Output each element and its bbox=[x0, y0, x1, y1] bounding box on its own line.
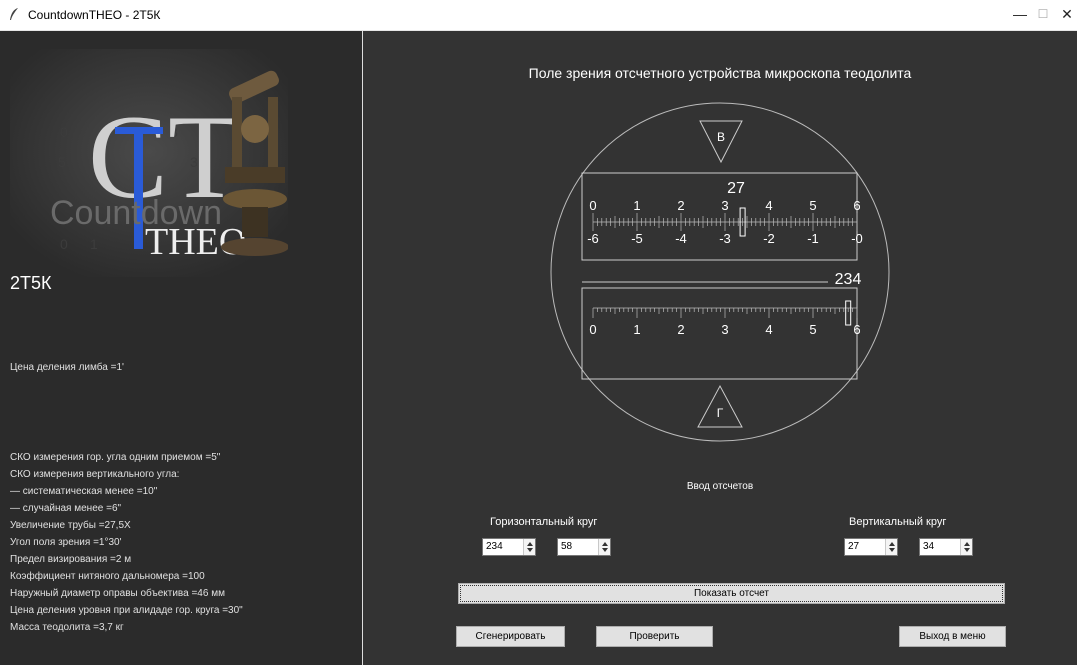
spec-line: — систематическая менее =10" bbox=[10, 486, 158, 497]
v-minutes-value: 34 bbox=[923, 541, 935, 552]
spec-line: СКО измерения гор. угла одним приемом =5… bbox=[10, 452, 221, 463]
spin-arrows-icon[interactable] bbox=[523, 539, 535, 555]
vertical-bottom-number: -1 bbox=[807, 231, 819, 246]
spin-arrows-icon[interactable] bbox=[885, 539, 897, 555]
vertical-scale-frame bbox=[581, 172, 858, 261]
spec-line: Предел визирования =2 м bbox=[10, 554, 132, 565]
window-titlebar: CountdownTHEO - 2Т5К — ☐ ✕ bbox=[0, 0, 1077, 31]
horizontal-number: 6 bbox=[853, 322, 860, 337]
vertical-bottom-number: -6 bbox=[587, 231, 599, 246]
svg-text:1: 1 bbox=[90, 236, 98, 252]
vertical-top-number: 0 bbox=[589, 198, 596, 213]
close-button[interactable]: ✕ bbox=[1057, 4, 1077, 24]
v-degrees-value: 27 bbox=[848, 541, 860, 552]
vertical-bottom-number: -4 bbox=[675, 231, 687, 246]
vertical-top-number: 6 bbox=[853, 198, 860, 213]
generate-button[interactable]: Сгенерировать bbox=[456, 626, 565, 647]
vertical-marker-label: В bbox=[717, 130, 725, 144]
spin-arrows-icon[interactable] bbox=[960, 539, 972, 555]
spec-line: СКО измерения вертикального угла: bbox=[10, 469, 180, 480]
horizontal-number: 2 bbox=[677, 322, 684, 337]
v-degrees-spinbox[interactable]: 27 bbox=[844, 538, 898, 556]
limb-price-text: Цена деления лимба =1' bbox=[10, 362, 124, 373]
app-logo: 03 532 01 CT Countdown THEO bbox=[10, 49, 288, 277]
view-title: Поле зрения отсчетного устройства микрос… bbox=[528, 65, 912, 81]
horizontal-number: 3 bbox=[721, 322, 728, 337]
svg-text:0: 0 bbox=[60, 124, 68, 140]
svg-text:5: 5 bbox=[58, 154, 66, 170]
horizontal-number: 5 bbox=[809, 322, 816, 337]
vertical-bottom-number: -2 bbox=[763, 231, 775, 246]
horizontal-circle-label: Горизонтальный круг bbox=[490, 516, 598, 528]
minimize-button[interactable]: — bbox=[1010, 4, 1030, 24]
spec-line: Цена деления уровня при алидаде гор. кру… bbox=[10, 605, 243, 616]
vertical-circle-label: Вертикальный круг bbox=[849, 516, 947, 528]
vertical-degree-label: 27 bbox=[727, 180, 745, 197]
main-panel: Поле зрения отсчетного устройства микрос… bbox=[363, 31, 1077, 665]
horizontal-number: 0 bbox=[589, 322, 596, 337]
feather-icon bbox=[10, 8, 18, 20]
spec-line: Масса теодолита =3,7 кг bbox=[10, 622, 124, 633]
vertical-top-number: 2 bbox=[677, 198, 684, 213]
model-name: 2Т5К bbox=[10, 273, 52, 293]
exit-menu-button[interactable]: Выход в меню bbox=[899, 626, 1006, 647]
show-reading-button[interactable]: Показать отсчет bbox=[458, 583, 1005, 604]
vertical-top-number: 5 bbox=[809, 198, 816, 213]
spin-arrows-icon[interactable] bbox=[598, 539, 610, 555]
vertical-top-number: 1 bbox=[633, 198, 640, 213]
vertical-bottom-number: -0 bbox=[851, 231, 863, 246]
horizontal-marker-label: Г bbox=[717, 406, 724, 420]
vertical-bottom-number: -5 bbox=[631, 231, 643, 246]
input-section-title: Ввод отсчетов bbox=[686, 481, 754, 492]
horizontal-number: 4 bbox=[765, 322, 772, 337]
microscope-view: В 27 0 1 2 3 4 5 6-6 -5 -4 -3 -2 -1 -0 234 0123456 Г bbox=[550, 102, 890, 442]
spec-line: Наружный диаметр оправы объектива =46 мм bbox=[10, 588, 225, 599]
svg-text:0: 0 bbox=[60, 236, 68, 252]
maximize-button[interactable]: ☐ bbox=[1033, 4, 1053, 24]
spec-line: Угол поля зрения =1°30' bbox=[10, 537, 122, 548]
vertical-top-number: 3 bbox=[721, 198, 728, 213]
h-degrees-value: 234 bbox=[486, 541, 503, 552]
check-button[interactable]: Проверить bbox=[596, 626, 713, 647]
h-minutes-spinbox[interactable]: 58 bbox=[557, 538, 611, 556]
vertical-bottom-number: -3 bbox=[719, 231, 731, 246]
h-minutes-value: 58 bbox=[561, 541, 573, 552]
vertical-top-number: 4 bbox=[765, 198, 772, 213]
horizontal-index-bar bbox=[845, 300, 852, 326]
horizontal-number: 1 bbox=[633, 322, 640, 337]
horizontal-degree-label: 234 bbox=[835, 271, 862, 288]
spec-line: Коэффициент нитяного дальномера =100 bbox=[10, 571, 205, 582]
v-minutes-spinbox[interactable]: 34 bbox=[919, 538, 973, 556]
window-title: CountdownTHEO - 2Т5К bbox=[28, 8, 161, 22]
spec-line: — случайная менее =6" bbox=[10, 503, 122, 514]
h-degrees-spinbox[interactable]: 234 bbox=[482, 538, 536, 556]
spec-line: Увеличение трубы =27,5X bbox=[10, 520, 131, 531]
info-panel: 03 532 01 CT Countdown THEO 2Т5К Цена де… bbox=[0, 31, 362, 665]
